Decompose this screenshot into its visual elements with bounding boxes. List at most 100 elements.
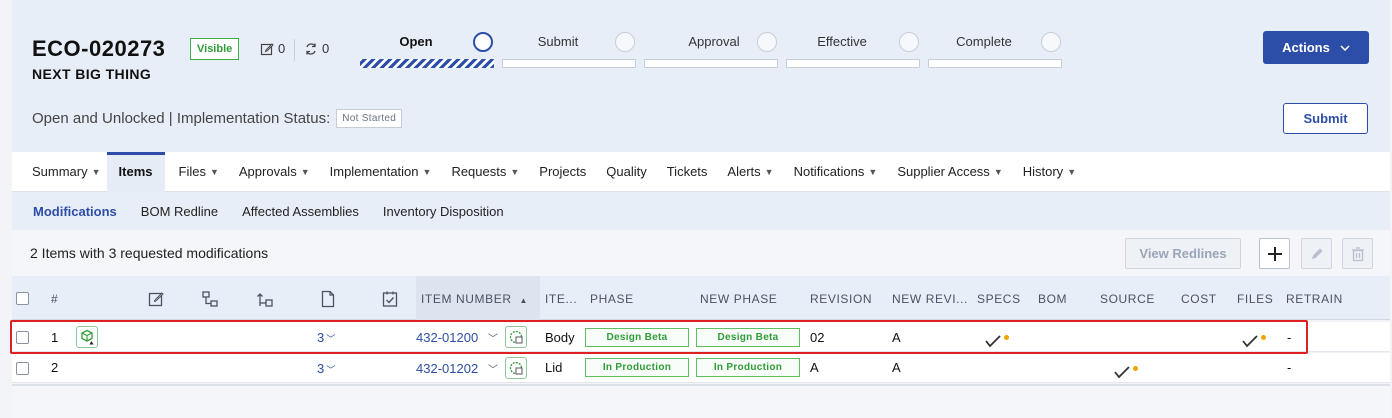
tab-implementation-label: Implementation: [329, 164, 419, 179]
tab-quality[interactable]: Quality: [606, 152, 646, 192]
new-revision-value: A: [892, 330, 901, 345]
tab-supplier-access[interactable]: Supplier Access ▼: [897, 152, 1002, 192]
modification-count[interactable]: 3 ﹀: [317, 361, 335, 376]
eco-id: ECO-020273: [32, 36, 166, 61]
item-type-icon[interactable]: [505, 357, 527, 379]
new-phase-badge: In Production: [696, 358, 800, 377]
edit-items-button[interactable]: [1301, 238, 1332, 269]
subtab-modifications[interactable]: Modifications: [33, 204, 117, 219]
column-files[interactable]: FILES: [1237, 292, 1273, 306]
revision-value: 02: [810, 330, 825, 345]
item-number-link[interactable]: 432-01202: [416, 361, 478, 376]
chevron-down-icon: ▼: [91, 166, 101, 177]
checkmark-icon: [1242, 335, 1258, 348]
workflow-step-effective-progress: [786, 59, 920, 68]
retrain-value: -: [1287, 360, 1292, 375]
workflow-step-open-progress: [360, 59, 494, 68]
items-summary: 2 Items with 3 requested modifications: [30, 245, 269, 261]
tab-files[interactable]: Files ▼: [179, 152, 219, 192]
item-name: Lid: [545, 360, 563, 375]
checklist-column-icon: [382, 291, 398, 307]
gear-cube-icon: [509, 361, 523, 375]
workflow-step-open-indicator: [473, 32, 493, 52]
column-item-number[interactable]: ITEM NUMBER ▲: [421, 292, 528, 306]
chevron-down-icon: ﹀: [326, 334, 336, 344]
column-new-revision[interactable]: NEW REVI...: [892, 292, 968, 306]
actions-button[interactable]: Actions: [1263, 31, 1369, 64]
trash-icon: [1351, 246, 1364, 261]
chevron-down-icon: ﹀: [326, 365, 336, 375]
submit-button[interactable]: Submit: [1283, 103, 1368, 134]
tab-notifications[interactable]: Notifications ▼: [794, 152, 878, 192]
workflow-step-open: Open: [399, 34, 433, 49]
item-type-icon[interactable]: [505, 326, 527, 348]
warning-dot: [1004, 335, 1009, 340]
column-retrain[interactable]: RETRAIN: [1286, 292, 1343, 306]
tab-quality-label: Quality: [606, 164, 647, 179]
tab-history[interactable]: History ▼: [1023, 152, 1076, 192]
checkmark-icon: [1114, 366, 1130, 379]
main-tabs: Summary ▼ Items Files ▼ Approvals ▼ Impleme…: [12, 151, 1390, 192]
tab-projects[interactable]: Projects: [539, 152, 586, 192]
workflow-step-submit-indicator: [615, 32, 635, 52]
tab-summary[interactable]: Summary ▼: [32, 152, 101, 192]
column-revision[interactable]: REVISION: [810, 292, 872, 306]
visibility-badge: Visible: [190, 38, 240, 60]
row-checkbox[interactable]: [16, 362, 29, 375]
chevron-down-icon: ▼: [300, 166, 310, 177]
column-phase[interactable]: PHASE: [590, 292, 634, 306]
tab-items-label: Items: [118, 164, 153, 179]
actions-label: Actions: [1282, 40, 1330, 55]
item-name: Body: [545, 330, 575, 345]
column-cost[interactable]: COST: [1181, 292, 1217, 306]
tab-alerts[interactable]: Alerts ▼: [727, 152, 773, 192]
delete-items-button[interactable]: [1342, 238, 1373, 269]
tab-requests-label: Requests: [451, 164, 507, 179]
pencil-icon: [1311, 248, 1322, 259]
view-redlines-button[interactable]: View Redlines: [1125, 238, 1241, 269]
chevron-down-icon[interactable]: ﹀: [488, 330, 498, 345]
edit-counter[interactable]: 0: [260, 41, 285, 56]
tab-approvals[interactable]: Approvals ▼: [239, 152, 310, 192]
checkmark-icon: [985, 335, 1001, 348]
workflow-step-effective: Effective: [817, 34, 867, 49]
chevron-down-icon: ▼: [764, 166, 774, 177]
subtab-inventory-disposition[interactable]: Inventory Disposition: [383, 204, 504, 219]
status-line: Open and Unlocked | Implementation Statu…: [32, 109, 403, 128]
revision-change-icon[interactable]: [76, 326, 98, 348]
status-text: Open and Unlocked | Implementation Statu…: [32, 110, 331, 127]
chevron-down-icon[interactable]: ﹀: [488, 361, 498, 376]
document-column-icon: [321, 290, 335, 308]
row-number: 1: [51, 330, 59, 345]
tab-implementation[interactable]: Implementation ▼: [330, 152, 432, 192]
sort-ascending-icon: ▲: [519, 296, 529, 305]
select-all-checkbox[interactable]: [16, 292, 29, 305]
tab-tickets[interactable]: Tickets: [667, 152, 708, 192]
column-bom[interactable]: BOM: [1038, 292, 1067, 306]
row-number: 2: [51, 360, 59, 375]
gear-cube-icon: [509, 330, 523, 344]
column-item-name[interactable]: ITE...: [545, 292, 577, 306]
row-checkbox[interactable]: [16, 331, 29, 344]
column-specs[interactable]: SPECS: [977, 292, 1021, 306]
item-number-link[interactable]: 432-01200: [416, 330, 478, 345]
tab-items[interactable]: Items: [106, 151, 165, 192]
edit-icon: [260, 42, 274, 55]
tab-history-label: History: [1022, 164, 1064, 179]
modification-count[interactable]: 3 ﹀: [317, 330, 335, 345]
add-item-button[interactable]: [1259, 238, 1290, 269]
tab-requests[interactable]: Requests ▼: [451, 152, 519, 192]
column-num: #: [51, 292, 59, 306]
column-new-phase[interactable]: NEW PHASE: [700, 292, 777, 306]
retrain-value: -: [1287, 330, 1292, 345]
sync-counter[interactable]: 0: [304, 41, 329, 56]
subtab-bom-redline[interactable]: BOM Redline: [141, 204, 218, 219]
tab-tickets-label: Tickets: [666, 164, 708, 179]
new-phase-badge: Design Beta: [696, 328, 800, 347]
warning-dot: [1261, 335, 1266, 340]
column-source[interactable]: SOURCE: [1100, 292, 1155, 306]
workflow-step-submit-progress: [502, 59, 636, 68]
phase-badge: Design Beta: [585, 328, 689, 347]
warning-dot: [1133, 366, 1138, 371]
subtab-affected-assemblies[interactable]: Affected Assemblies: [242, 204, 359, 219]
